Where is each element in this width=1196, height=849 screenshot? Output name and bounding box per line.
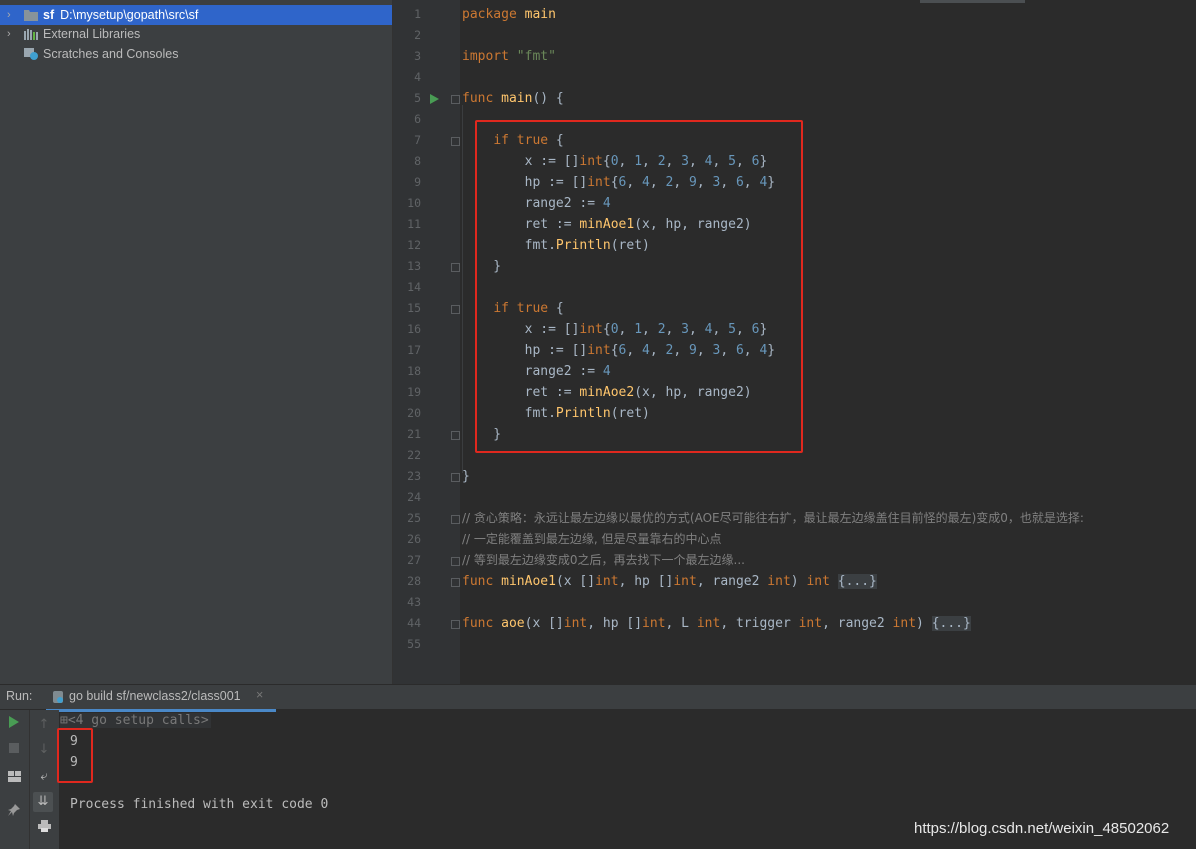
highlight-box [475, 120, 803, 453]
fold-marker-icon[interactable] [451, 95, 460, 104]
fold-marker-icon[interactable] [451, 515, 460, 524]
line-number: 43 [407, 595, 421, 609]
fold-marker-icon[interactable] [451, 620, 460, 629]
line-number: 15 [407, 301, 421, 315]
line-number: 25 [407, 511, 421, 525]
tree-item-sf[interactable]: › sf D:\mysetup\gopath\src\sf [0, 5, 392, 25]
code-line: } [462, 469, 470, 484]
code-editor[interactable]: 1 2 3 4 5 6 7 8 9 10 11 12 13 14 15 16 1… [393, 0, 1196, 684]
line-number: 22 [407, 448, 421, 462]
fold-marker-icon[interactable] [451, 431, 460, 440]
run-label: Run: [6, 689, 33, 703]
expand-arrow-icon[interactable]: › [7, 24, 11, 44]
expand-arrow-icon[interactable]: › [7, 5, 11, 25]
tree-item-path: D:\mysetup\gopath\src\sf [60, 8, 199, 22]
run-tab-label: go build sf/newclass2/class001 [69, 689, 241, 703]
stop-icon [9, 743, 19, 753]
line-number: 24 [407, 490, 421, 504]
layout-button[interactable] [4, 769, 24, 789]
code-comment: // 等到最左边缘变成0之后，再去找下一个最左边缘... [462, 553, 745, 567]
editor-scrollbar-thumb[interactable] [920, 0, 1025, 3]
line-number: 44 [407, 616, 421, 630]
fold-marker-icon[interactable] [451, 557, 460, 566]
line-number: 10 [407, 196, 421, 210]
watermark: https://blog.csdn.net/weixin_48502062 [914, 820, 1170, 837]
scroll-down-button[interactable]: ↓ [34, 740, 54, 760]
run-gutter-icon[interactable] [430, 94, 439, 104]
line-number: 9 [414, 175, 421, 189]
line-number: 21 [407, 427, 421, 441]
run-header: Run: go build sf/newclass2/class001 × [0, 685, 1196, 712]
line-number: 55 [407, 637, 421, 651]
run-toolbar-secondary: ↑ ↓ ⤶ ⇊ [29, 710, 59, 849]
line-number: 28 [407, 574, 421, 588]
editor-gutter: 1 2 3 4 5 6 7 8 9 10 11 12 13 14 15 16 1… [393, 0, 460, 684]
go-build-icon [53, 691, 63, 703]
code-comment: // 贪心策略：永远让最左边缘以最优的方式(AOE尽可能往右扩，最让最左边缘盖住… [462, 511, 1084, 525]
print-icon [37, 820, 51, 832]
line-number: 8 [414, 154, 421, 168]
close-tab-icon[interactable]: × [256, 688, 263, 702]
line-number: 17 [407, 343, 421, 357]
scroll-up-button[interactable]: ↑ [34, 715, 54, 735]
run-tab[interactable]: go build sf/newclass2/class001 × [46, 685, 276, 712]
setup-calls-fold[interactable]: ⊞<4 go setup calls> [60, 713, 211, 728]
line-number: 4 [414, 70, 421, 84]
tree-item-external-libraries[interactable]: › External Libraries [0, 24, 392, 44]
process-finished-text: Process finished with exit code 0 [70, 797, 329, 812]
expand-plus-icon: ⊞ [60, 713, 68, 728]
print-button[interactable] [34, 819, 54, 839]
tree-item-label: Scratches and Consoles [43, 47, 179, 61]
line-number: 13 [407, 259, 421, 273]
line-number: 12 [407, 238, 421, 252]
code-comment: // 一定能覆盖到最左边缘, 但是尽量靠右的中心点 [462, 532, 722, 546]
code-line: func minAoe1(x []int, hp []int, range2 i… [462, 574, 877, 589]
fold-marker-icon[interactable] [451, 578, 460, 587]
line-number: 5 [414, 91, 421, 105]
code-line: func main() { [462, 91, 564, 106]
scroll-to-end-button[interactable]: ⇊ [33, 792, 53, 812]
stop-button[interactable] [4, 740, 24, 760]
fold-marker-icon[interactable] [451, 473, 460, 482]
line-number: 6 [414, 112, 421, 126]
line-number: 26 [407, 532, 421, 546]
tree-item-scratches[interactable]: Scratches and Consoles [0, 44, 392, 64]
line-number: 19 [407, 385, 421, 399]
play-icon [9, 716, 19, 728]
line-number: 18 [407, 364, 421, 378]
project-tree-panel: › sf D:\mysetup\gopath\src\sf › External … [0, 0, 393, 684]
code-line: func aoe(x []int, hp []int, L int, trigg… [462, 616, 971, 631]
setup-calls-text: <4 go setup calls> [67, 713, 209, 728]
folder-icon [24, 10, 38, 21]
line-number: 11 [407, 217, 421, 231]
layout-icon [7, 771, 21, 782]
tree-item-label: External Libraries [43, 27, 141, 41]
line-number: 2 [414, 28, 421, 42]
fold-marker-icon[interactable] [451, 263, 460, 272]
rerun-button[interactable] [4, 715, 24, 735]
line-number: 1 [414, 7, 421, 21]
tree-item-label: sf [43, 8, 55, 22]
soft-wrap-button[interactable]: ⤶ [34, 767, 54, 787]
line-number: 16 [407, 322, 421, 336]
run-toolbar: ↑ ↓ ⤶ ⇊ [0, 710, 59, 849]
line-number: 3 [414, 49, 421, 63]
line-number: 14 [407, 280, 421, 294]
code-line: import "fmt" [462, 49, 556, 64]
line-number: 20 [407, 406, 421, 420]
libraries-icon [24, 29, 38, 40]
highlight-box [57, 728, 93, 783]
line-number: 23 [407, 469, 421, 483]
line-number: 27 [407, 553, 421, 567]
code-line: package main [462, 7, 556, 22]
fold-marker-icon[interactable] [451, 137, 460, 146]
scratches-icon [24, 48, 38, 60]
pin-icon [8, 804, 20, 816]
line-number: 7 [414, 133, 421, 147]
pin-button[interactable] [4, 803, 24, 823]
fold-marker-icon[interactable] [451, 305, 460, 314]
